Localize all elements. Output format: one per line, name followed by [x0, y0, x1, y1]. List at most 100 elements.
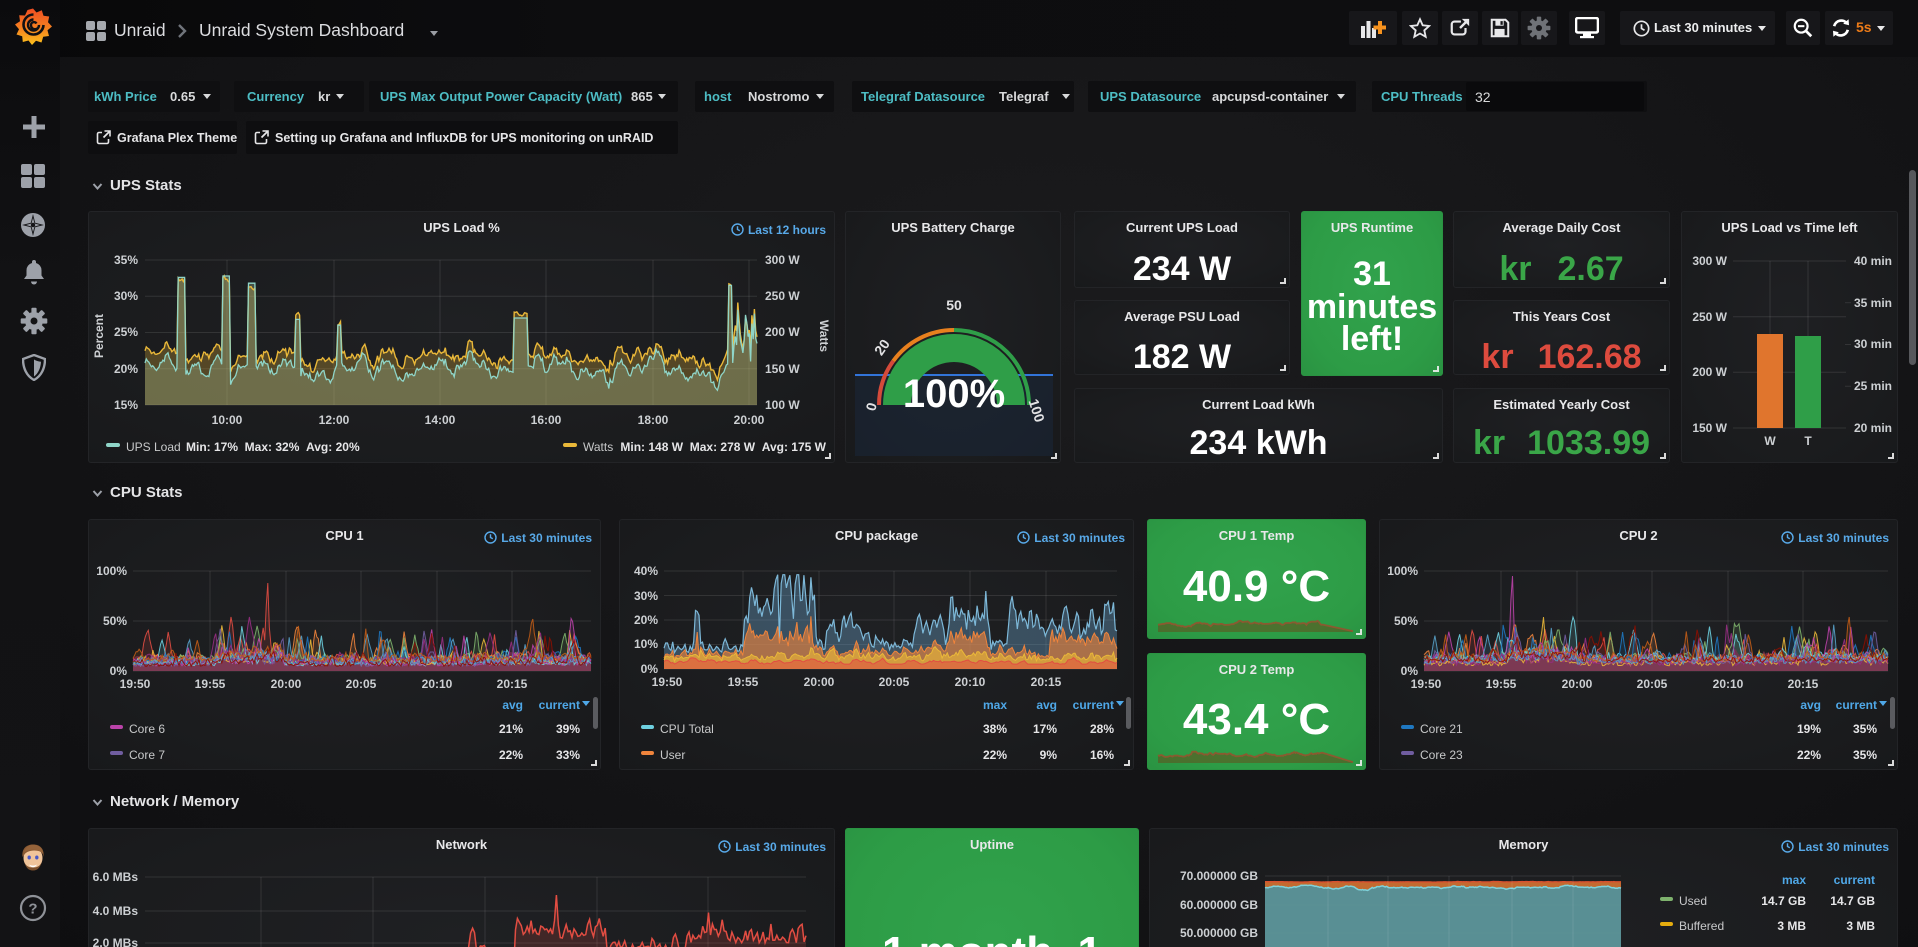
- svg-text:current: current: [539, 698, 580, 712]
- svg-text:4.0 MBs: 4.0 MBs: [93, 904, 139, 918]
- svg-text:Watts: Watts: [583, 440, 613, 454]
- svg-text:300 W: 300 W: [1692, 254, 1727, 268]
- svg-text:avg: avg: [1036, 698, 1057, 712]
- svg-text:20:05: 20:05: [879, 675, 910, 689]
- svg-text:38%: 38%: [983, 722, 1007, 736]
- svg-text:20:10: 20:10: [1713, 677, 1744, 691]
- svg-text:19:50: 19:50: [652, 675, 683, 689]
- svg-text:Core 7: Core 7: [129, 748, 165, 762]
- svg-text:Core 21: Core 21: [1420, 722, 1463, 736]
- svg-text:21%: 21%: [499, 722, 523, 736]
- svg-text:20:05: 20:05: [346, 677, 377, 691]
- svg-text:max: max: [1782, 873, 1806, 887]
- svg-text:100%: 100%: [1387, 564, 1418, 578]
- svg-text:22%: 22%: [499, 748, 523, 762]
- svg-text:3 MB: 3 MB: [1846, 919, 1875, 933]
- svg-text:Core 23: Core 23: [1420, 748, 1463, 762]
- svg-text:60.000000 GB: 60.000000 GB: [1180, 898, 1258, 912]
- svg-text:19:55: 19:55: [728, 675, 759, 689]
- svg-text:35 min: 35 min: [1854, 296, 1892, 310]
- svg-text:22%: 22%: [983, 748, 1007, 762]
- svg-text:20 min: 20 min: [1854, 421, 1892, 435]
- svg-text:?: ?: [28, 901, 37, 918]
- svg-text:22%: 22%: [1797, 748, 1821, 762]
- svg-text:20%: 20%: [114, 362, 138, 376]
- svg-text:250 W: 250 W: [1692, 310, 1727, 324]
- svg-text:20: 20: [871, 336, 893, 358]
- svg-text:15%: 15%: [114, 398, 138, 412]
- svg-text:9%: 9%: [1040, 748, 1058, 762]
- svg-text:35%: 35%: [114, 253, 138, 267]
- svg-text:20:15: 20:15: [1031, 675, 1062, 689]
- svg-text:39%: 39%: [556, 722, 580, 736]
- svg-text:10:00: 10:00: [212, 413, 243, 427]
- svg-text:30 min: 30 min: [1854, 337, 1892, 351]
- svg-text:100%: 100%: [96, 564, 127, 578]
- svg-text:19%: 19%: [1797, 722, 1821, 736]
- svg-text:300 W: 300 W: [765, 253, 800, 267]
- svg-text:Watts: Watts: [817, 320, 831, 353]
- svg-text:User: User: [660, 748, 685, 762]
- svg-text:17%: 17%: [1033, 722, 1057, 736]
- svg-text:avg: avg: [1800, 698, 1821, 712]
- svg-text:2.0 MBs: 2.0 MBs: [93, 936, 139, 947]
- svg-text:200 W: 200 W: [1692, 365, 1727, 379]
- svg-text:50%: 50%: [1394, 614, 1418, 628]
- svg-text:14:00: 14:00: [425, 413, 456, 427]
- svg-text:14.7 GB: 14.7 GB: [1830, 894, 1875, 908]
- svg-text:W: W: [1764, 434, 1776, 448]
- svg-text:20:15: 20:15: [497, 677, 528, 691]
- svg-text:50.000000 GB: 50.000000 GB: [1180, 926, 1258, 940]
- svg-text:CPU Total: CPU Total: [660, 722, 714, 736]
- svg-text:30%: 30%: [634, 589, 658, 603]
- svg-text:0%: 0%: [641, 662, 659, 676]
- svg-text:20:10: 20:10: [955, 675, 986, 689]
- svg-text:18:00: 18:00: [638, 413, 669, 427]
- svg-text:UPS Load: UPS Load: [126, 440, 181, 454]
- svg-text:19:50: 19:50: [1411, 677, 1442, 691]
- svg-text:max: max: [983, 698, 1007, 712]
- svg-text:Used: Used: [1679, 894, 1707, 908]
- svg-text:Percent: Percent: [92, 314, 106, 358]
- svg-text:Buffered: Buffered: [1679, 919, 1724, 933]
- svg-text:T: T: [1804, 434, 1812, 448]
- svg-text:Core 6: Core 6: [129, 722, 165, 736]
- svg-text:current: current: [1834, 873, 1875, 887]
- svg-text:35%: 35%: [1853, 722, 1877, 736]
- svg-text:50: 50: [946, 297, 962, 313]
- svg-text:150 W: 150 W: [765, 362, 800, 376]
- svg-text:20:00: 20:00: [1562, 677, 1593, 691]
- svg-text:19:55: 19:55: [1486, 677, 1517, 691]
- svg-text:50%: 50%: [103, 614, 127, 628]
- svg-text:25 min: 25 min: [1854, 379, 1892, 393]
- svg-text:35%: 35%: [1853, 748, 1877, 762]
- svg-text:100 W: 100 W: [765, 398, 800, 412]
- svg-text:12:00: 12:00: [319, 413, 350, 427]
- svg-text:40 min: 40 min: [1854, 254, 1892, 268]
- svg-text:28%: 28%: [1090, 722, 1114, 736]
- svg-text:150 W: 150 W: [1692, 421, 1727, 435]
- svg-text:current: current: [1836, 698, 1877, 712]
- svg-text:20:15: 20:15: [1788, 677, 1819, 691]
- svg-text:16%: 16%: [1090, 748, 1114, 762]
- svg-text:19:50: 19:50: [120, 677, 151, 691]
- svg-text:20:00: 20:00: [271, 677, 302, 691]
- svg-text:20:00: 20:00: [804, 675, 835, 689]
- svg-text:Min: 17% Max: 32% Avg: 20%: Min: 17% Max: 32% Avg: 20%: [186, 440, 360, 454]
- svg-text:3 MB: 3 MB: [1777, 919, 1806, 933]
- svg-text:0%: 0%: [110, 664, 128, 678]
- svg-text:19:55: 19:55: [195, 677, 226, 691]
- svg-text:10%: 10%: [634, 637, 658, 651]
- svg-text:25%: 25%: [114, 325, 138, 339]
- svg-text:16:00: 16:00: [531, 413, 562, 427]
- svg-text:33%: 33%: [556, 748, 580, 762]
- svg-text:200 W: 200 W: [765, 325, 800, 339]
- svg-text:20:10: 20:10: [422, 677, 453, 691]
- svg-text:14.7 GB: 14.7 GB: [1761, 894, 1806, 908]
- svg-text:current: current: [1073, 698, 1114, 712]
- svg-text:avg: avg: [502, 698, 523, 712]
- svg-text:100%: 100%: [903, 372, 1005, 416]
- svg-text:20:05: 20:05: [1637, 677, 1668, 691]
- svg-text:250 W: 250 W: [765, 289, 800, 303]
- svg-text:70.000000 GB: 70.000000 GB: [1180, 869, 1258, 883]
